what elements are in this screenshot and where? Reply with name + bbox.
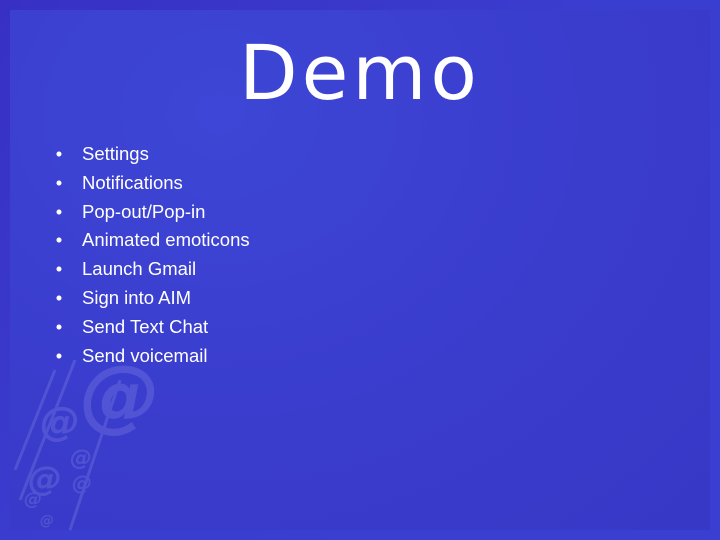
at-glyph-small: @ — [40, 513, 54, 529]
list-item-label: Sign into AIM — [82, 286, 192, 308]
at-glyph-small: @ — [72, 471, 92, 495]
bullet-icon: • — [55, 143, 63, 164]
list-item-label: Notifications — [82, 171, 183, 193]
slide-title: Demo — [0, 28, 720, 117]
at-glyph-medium: @ — [40, 399, 80, 445]
slide-title-text: Demo — [239, 28, 481, 117]
list-item-label: Animated emoticons — [82, 229, 250, 251]
at-glyph-small: @ — [70, 446, 92, 471]
bullet-icon: • — [55, 200, 63, 222]
bullet-icon: • — [55, 258, 63, 280]
slide: @ @ @ @ @ @ @ Demo • Settings • Notificati… — [0, 0, 720, 540]
list-item-label: Settings — [82, 143, 149, 164]
bullet-icon: • — [55, 171, 63, 193]
list-item-label: Launch Gmail — [82, 258, 197, 280]
list-item-label: Pop-out/Pop-in — [82, 200, 206, 222]
bullet-icon: • — [55, 286, 63, 308]
at-sign-watermark-icon: @ @ @ @ @ @ @ — [13, 348, 160, 531]
bullet-icon: • — [55, 315, 63, 337]
bullet-icon: • — [55, 229, 63, 251]
at-glyph-small: @ — [24, 489, 42, 510]
list-item-label: Send Text Chat — [82, 315, 209, 337]
list-item-label: Send voicemail — [82, 344, 208, 366]
bullet-icon: • — [55, 344, 63, 366]
